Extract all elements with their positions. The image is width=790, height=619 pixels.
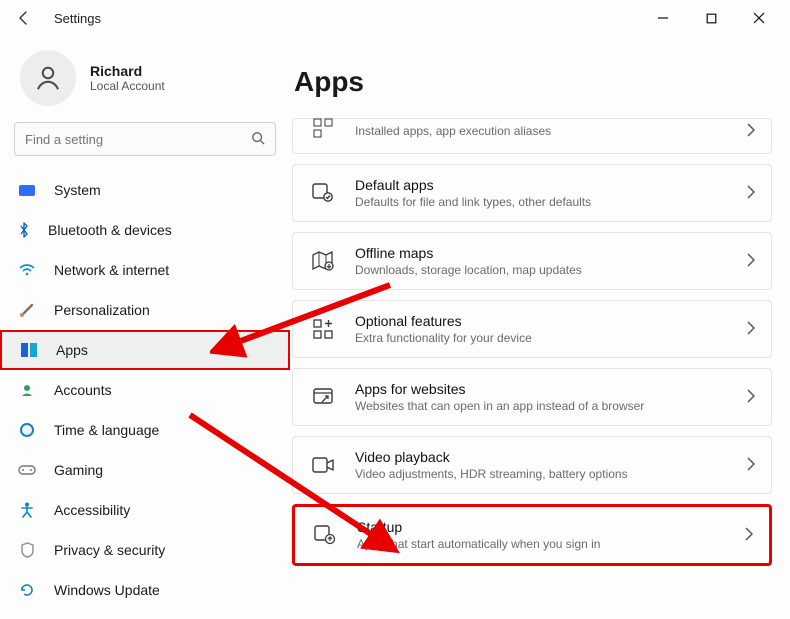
- card-title: Apps for websites: [355, 381, 727, 397]
- default-apps-icon: [311, 181, 335, 205]
- accessibility-icon: [18, 501, 36, 519]
- startup-icon: [313, 523, 337, 547]
- wifi-icon: [18, 261, 36, 279]
- card-sub: Apps that start automatically when you s…: [357, 537, 725, 551]
- sidebar-item-accessibility[interactable]: Accessibility: [0, 490, 290, 530]
- chevron-right-icon: [745, 527, 753, 544]
- brush-icon: [18, 301, 36, 319]
- page-title: Apps: [290, 36, 778, 118]
- card-title: Startup: [357, 519, 725, 535]
- sidebar-item-network[interactable]: Network & internet: [0, 250, 290, 290]
- sidebar-item-time[interactable]: Time & language: [0, 410, 290, 450]
- chevron-right-icon: [747, 253, 755, 270]
- back-button[interactable]: [8, 2, 40, 34]
- apps-websites-icon: [311, 385, 335, 409]
- card-installed-apps[interactable]: Installed apps, app execution aliases: [292, 118, 772, 154]
- chevron-right-icon: [747, 185, 755, 202]
- sidebar-item-personalization[interactable]: Personalization: [0, 290, 290, 330]
- sidebar-item-label: Apps: [56, 342, 88, 358]
- profile-sub: Local Account: [90, 79, 165, 93]
- nav: System Bluetooth & devices Network & int…: [0, 170, 290, 610]
- close-button[interactable]: [744, 3, 774, 33]
- accounts-icon: [18, 381, 36, 399]
- chevron-right-icon: [747, 321, 755, 338]
- card-sub: Websites that can open in an app instead…: [355, 399, 727, 413]
- map-icon: [311, 249, 335, 273]
- sidebar-item-apps[interactable]: Apps: [0, 330, 290, 370]
- card-title: Default apps: [355, 177, 727, 193]
- system-icon: [18, 181, 36, 199]
- avatar: [20, 50, 76, 106]
- gamepad-icon: [18, 461, 36, 479]
- optional-features-icon: [311, 317, 335, 341]
- card-sub: Defaults for file and link types, other …: [355, 195, 727, 209]
- sidebar-item-label: System: [54, 182, 101, 198]
- card-startup[interactable]: Startup Apps that start automatically wh…: [292, 504, 772, 566]
- chevron-right-icon: [747, 123, 755, 140]
- window-title: Settings: [54, 11, 101, 26]
- window-controls: [648, 3, 782, 33]
- card-sub: Video adjustments, HDR streaming, batter…: [355, 467, 727, 481]
- sidebar-item-label: Time & language: [54, 422, 159, 438]
- card-sub: Installed apps, app execution aliases: [355, 124, 727, 138]
- chevron-right-icon: [747, 457, 755, 474]
- card-title: Offline maps: [355, 245, 727, 261]
- card-default-apps[interactable]: Default apps Defaults for file and link …: [292, 164, 772, 222]
- sidebar-item-update[interactable]: Windows Update: [0, 570, 290, 610]
- sidebar-item-accounts[interactable]: Accounts: [0, 370, 290, 410]
- sidebar-item-label: Accessibility: [54, 502, 130, 518]
- search-input[interactable]: [25, 132, 251, 147]
- sidebar-item-label: Privacy & security: [54, 542, 165, 558]
- card-sub: Downloads, storage location, map updates: [355, 263, 727, 277]
- titlebar: Settings: [0, 0, 790, 36]
- sidebar-item-bluetooth[interactable]: Bluetooth & devices: [0, 210, 290, 250]
- card-offline-maps[interactable]: Offline maps Downloads, storage location…: [292, 232, 772, 290]
- video-icon: [311, 453, 335, 477]
- profile-block[interactable]: Richard Local Account: [0, 44, 290, 122]
- sidebar-item-label: Accounts: [54, 382, 112, 398]
- sidebar-item-label: Personalization: [54, 302, 150, 318]
- chevron-right-icon: [747, 389, 755, 406]
- maximize-button[interactable]: [696, 3, 726, 33]
- sidebar-item-gaming[interactable]: Gaming: [0, 450, 290, 490]
- search-icon: [251, 131, 265, 148]
- main-panel: Apps Installed apps, app execution alias…: [290, 36, 790, 619]
- bluetooth-icon: [18, 222, 30, 238]
- minimize-button[interactable]: [648, 3, 678, 33]
- settings-cards: Installed apps, app execution aliases De…: [290, 118, 778, 566]
- profile-name: Richard: [90, 63, 165, 79]
- apps-icon: [20, 341, 38, 359]
- shield-icon: [18, 541, 36, 559]
- globe-clock-icon: [18, 421, 36, 439]
- sidebar-item-label: Network & internet: [54, 262, 169, 278]
- sidebar-item-label: Bluetooth & devices: [48, 222, 172, 238]
- sidebar-item-label: Gaming: [54, 462, 103, 478]
- sidebar-item-privacy[interactable]: Privacy & security: [0, 530, 290, 570]
- card-apps-for-websites[interactable]: Apps for websites Websites that can open…: [292, 368, 772, 426]
- sidebar-item-label: Windows Update: [54, 582, 160, 598]
- card-title: Optional features: [355, 313, 727, 329]
- search-box[interactable]: [14, 122, 276, 156]
- card-title: Video playback: [355, 449, 727, 465]
- card-sub: Extra functionality for your device: [355, 331, 727, 345]
- card-video-playback[interactable]: Video playback Video adjustments, HDR st…: [292, 436, 772, 494]
- sidebar-item-system[interactable]: System: [0, 170, 290, 210]
- update-icon: [18, 581, 36, 599]
- sidebar: Richard Local Account System Bluetoo: [0, 36, 290, 619]
- grid-icon: [311, 119, 335, 143]
- card-optional-features[interactable]: Optional features Extra functionality fo…: [292, 300, 772, 358]
